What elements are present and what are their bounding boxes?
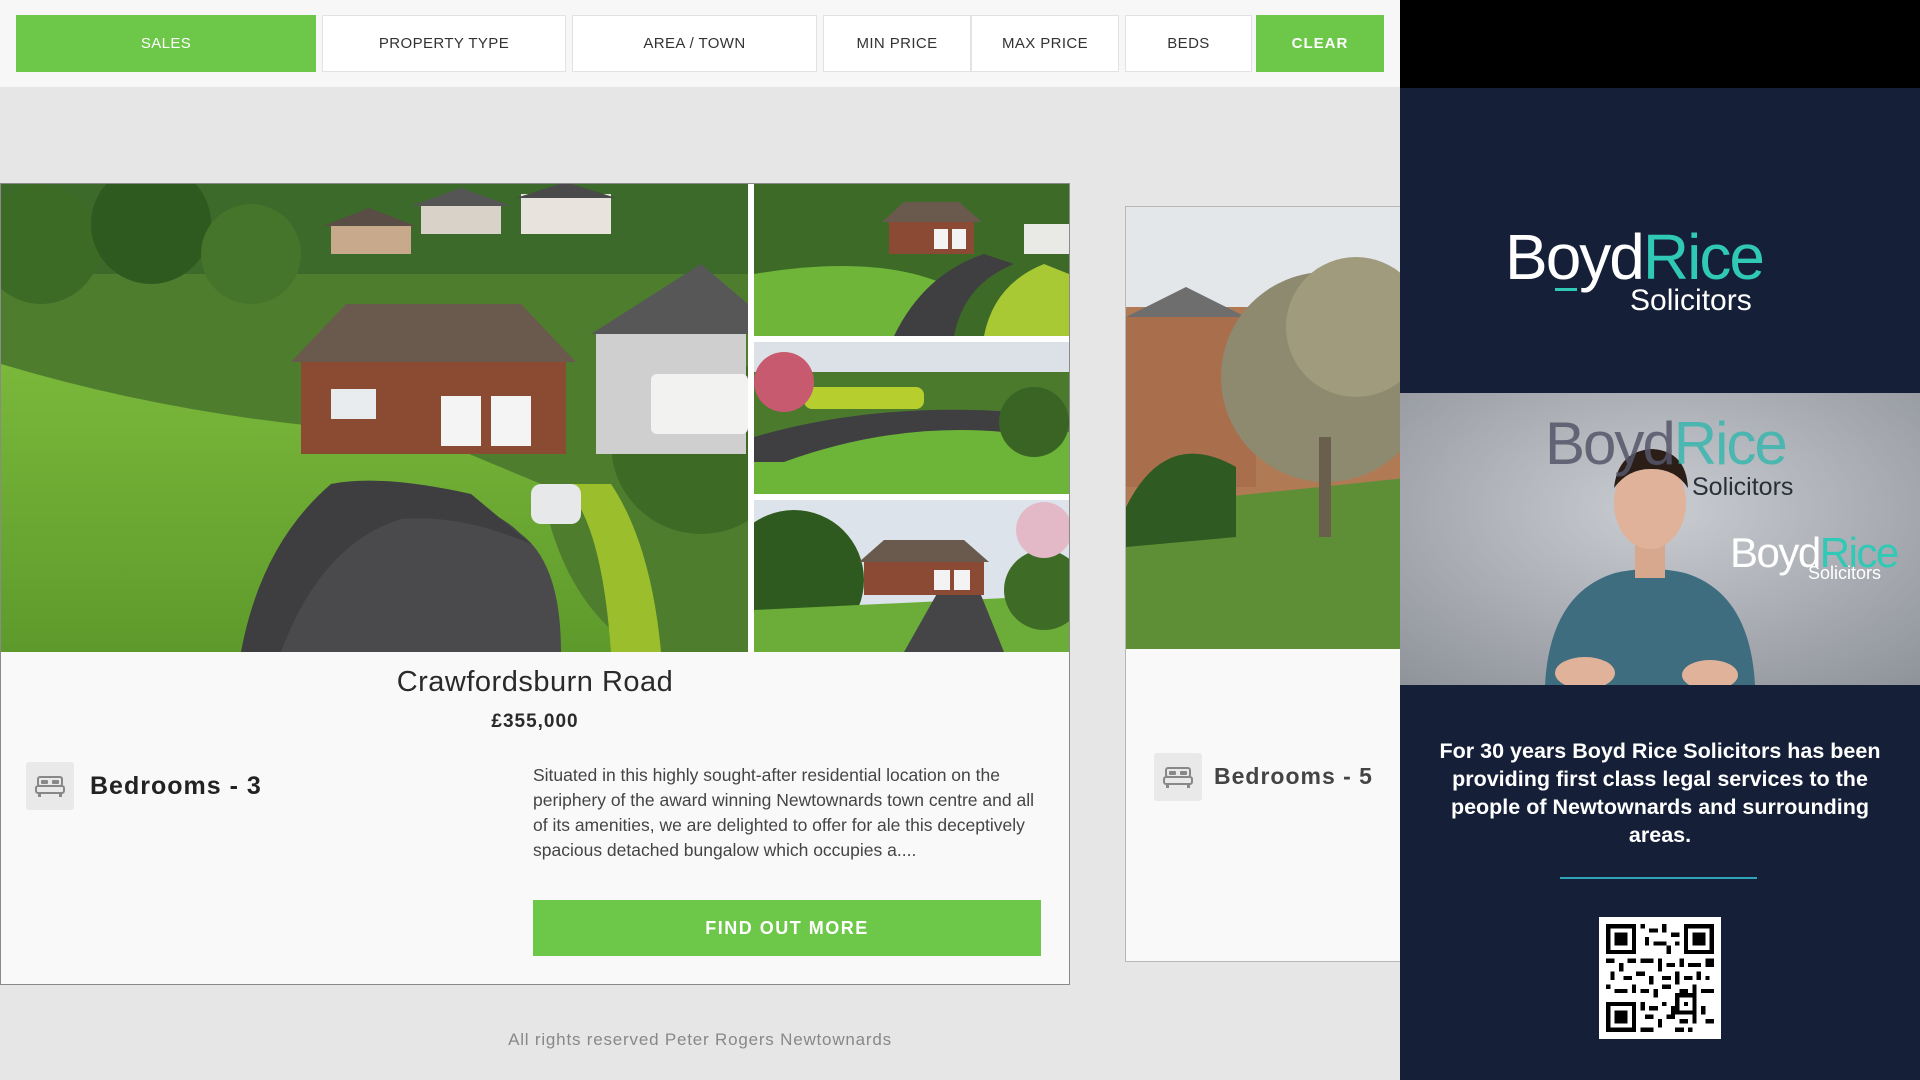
logo-word-boyd: Boyd (1505, 221, 1645, 293)
video-logo-large-solicitors: Solicitors (1692, 473, 1794, 501)
property-description: Situated in this highly sought-after res… (533, 765, 1034, 860)
footer-copyright: All rights reserved Peter Rogers Newtown… (508, 1030, 892, 1049)
find-out-more-button[interactable]: FIND OUT MORE (533, 900, 1041, 956)
logo-word-solicitors: Solicitors (1630, 284, 1752, 317)
max-price-filter-button[interactable]: MAX PRICE (971, 15, 1119, 72)
property-card-2[interactable]: Bedrooms - 5 (1125, 206, 1400, 962)
sales-filter-button[interactable]: SALES (16, 15, 316, 72)
filter-bar: SALES PROPERTY TYPE AREA / TOWN MIN PRIC… (0, 0, 1400, 87)
property-thumbnail-1[interactable] (754, 184, 1069, 336)
clear-filters-button[interactable]: CLEAR (1256, 15, 1384, 72)
property-type-filter-button[interactable]: PROPERTY TYPE (322, 15, 566, 72)
property-title[interactable]: Crawfordsburn Road (1, 666, 1069, 699)
beds-filter-button[interactable]: BEDS (1125, 15, 1252, 72)
bedrooms-count-2: Bedrooms - 5 (1214, 763, 1373, 789)
property-2-main-photo[interactable] (1126, 207, 1400, 649)
video-logo-small-solicitors: Solicitors (1808, 563, 1882, 583)
property-photo-gallery (1, 184, 1069, 652)
video-logo-large: BoydRice (1545, 410, 1788, 477)
qr-code[interactable] (1599, 917, 1721, 1039)
listings-panel: SALES PROPERTY TYPE AREA / TOWN MIN PRIC… (0, 0, 1400, 1080)
video-logo-small-boyd: Boyd (1730, 529, 1821, 576)
property-thumbnail-3[interactable] (754, 500, 1069, 652)
video-logo-large-rice: Rice (1673, 410, 1788, 477)
logo-word-rice: Rice (1642, 221, 1765, 293)
video-logo-large-boyd: Boyd (1545, 410, 1676, 477)
advert-panel: BoydRice Solicitors BoydRice Solicitors … (1400, 0, 1920, 1080)
area-town-filter-button[interactable]: AREA / TOWN (572, 15, 817, 72)
boyd-rice-logo[interactable]: BoydRice Solicitors (1505, 222, 1825, 322)
property-main-photo[interactable] (1, 184, 748, 652)
advert-video[interactable]: BoydRice Solicitors BoydRice Solicitors (1400, 393, 1920, 685)
advert-divider (1560, 877, 1757, 879)
bedrooms-count: Bedrooms - 3 (90, 772, 262, 800)
bed-icon (1154, 753, 1202, 801)
property-price: £355,000 (491, 711, 579, 732)
advert-text: For 30 years Boyd Rice Solicitors has be… (1439, 739, 1881, 847)
bed-icon (26, 762, 74, 810)
property-thumbnail-2[interactable] (754, 342, 1069, 494)
min-price-filter-button[interactable]: MIN PRICE (823, 15, 971, 72)
logo-underline (1555, 288, 1577, 291)
property-card[interactable]: Crawfordsburn Road £355,000 Bedrooms - 3… (0, 183, 1070, 985)
